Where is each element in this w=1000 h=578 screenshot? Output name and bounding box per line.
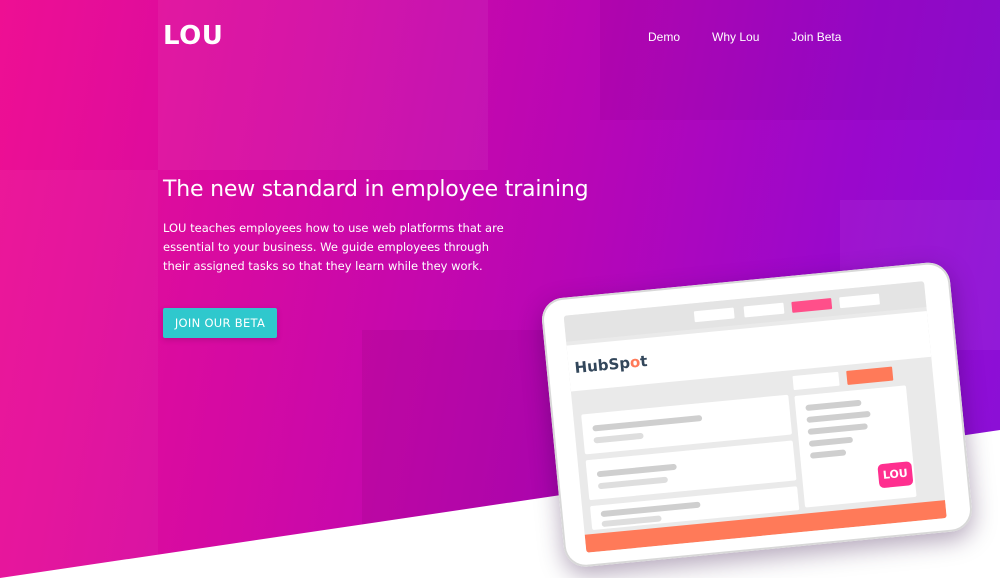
nav-link-join-beta[interactable]: Join Beta xyxy=(791,30,841,44)
mock-text-line xyxy=(805,399,862,412)
background-facet xyxy=(600,0,1000,120)
hero-headline: The new standard in employee training xyxy=(163,177,589,202)
mock-nav-button-active xyxy=(791,298,833,313)
mock-text-line xyxy=(808,436,854,447)
mock-text-line xyxy=(806,410,871,423)
mock-text-line xyxy=(600,501,701,518)
mock-nav-button xyxy=(693,307,735,323)
mock-secondary-button xyxy=(792,371,840,391)
mock-text-line xyxy=(592,415,703,432)
mock-nav-button xyxy=(743,302,785,318)
top-nav: Demo Why Lou Join Beta xyxy=(648,30,873,44)
hero-description: LOU teaches employees how to use web pla… xyxy=(163,221,504,273)
mock-text-line xyxy=(593,432,644,444)
mock-text-line xyxy=(597,476,669,490)
join-beta-button[interactable]: JOIN OUR BETA xyxy=(163,308,277,338)
mock-text-line xyxy=(807,423,868,435)
mock-text-line xyxy=(601,515,662,528)
mock-text-line xyxy=(596,463,677,478)
mock-primary-button xyxy=(846,366,894,385)
site-logo[interactable]: LOU xyxy=(163,21,223,51)
background-facet xyxy=(0,170,158,578)
mock-nav-button xyxy=(839,293,880,309)
nav-link-demo[interactable]: Demo xyxy=(648,30,680,44)
tablet-mockup: HubSpot LOU xyxy=(540,260,974,569)
hubspot-logo: HubSpot xyxy=(573,352,649,377)
mock-text-line xyxy=(809,449,847,459)
lou-badge: LOU xyxy=(877,461,914,489)
mock-side-panel xyxy=(794,385,917,508)
nav-link-why-lou[interactable]: Why Lou xyxy=(712,30,759,44)
tablet-screen: HubSpot xyxy=(563,281,947,553)
